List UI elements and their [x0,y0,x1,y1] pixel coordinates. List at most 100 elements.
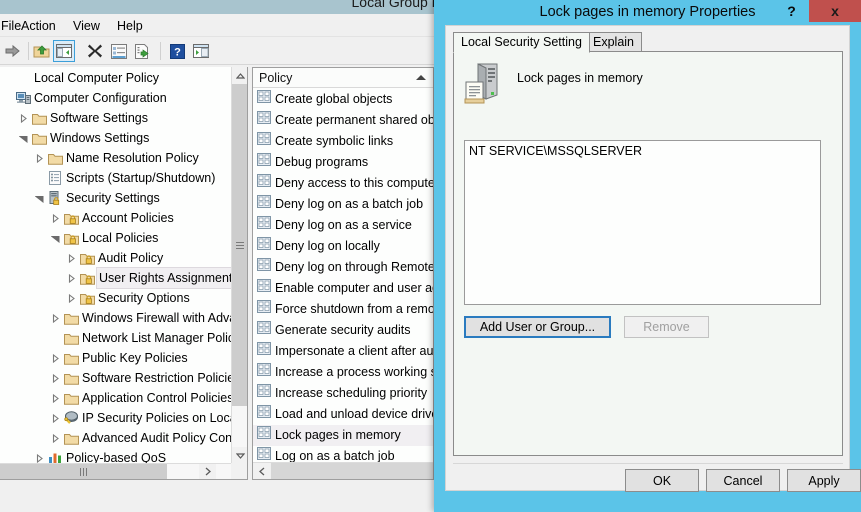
tree-item-local-computer-policy[interactable]: Local Computer Policy [0,67,232,87]
chevron-right-icon[interactable] [48,428,62,448]
tree-item-policy-based-qos[interactable]: Policy-based QoS [0,447,232,464]
policy-list-row[interactable]: Create global objects [253,89,433,110]
policy-list-row[interactable]: Increase scheduling priority [253,383,433,404]
policy-list-row[interactable]: Increase a process working set [253,362,433,383]
policy-list-row[interactable]: Impersonate a client after auth [253,341,433,362]
user-right-policy-icon [257,215,275,236]
tree-item-computer-configuration[interactable]: Computer Configuration [0,87,232,107]
chevron-down-icon[interactable] [48,228,62,248]
policy-list-row[interactable]: Deny log on as a batch job [253,194,433,215]
list-item[interactable]: NT SERVICE\MSSQLSERVER [469,144,816,158]
tree-item-ip-security-policies-on-local-c[interactable]: IP Security Policies on Local C [0,407,232,427]
help-blue-icon[interactable]: ? [166,40,188,62]
tree-item-local-policies[interactable]: Local Policies [0,227,232,247]
menu-view[interactable]: View [66,17,107,35]
tree-horizontal-scrollbar[interactable] [0,463,232,479]
delete-icon[interactable] [84,40,106,62]
tree-item-scripts-startup-shutdown[interactable]: Scripts (Startup/Shutdown) [0,167,232,187]
scroll-left-arrow-icon[interactable] [253,463,270,479]
chevron-right-icon[interactable] [64,288,78,308]
up-one-level-icon[interactable] [31,40,53,62]
policy-list-row[interactable]: Create permanent shared obje [253,110,433,131]
tree-item-software-settings[interactable]: Software Settings [0,107,232,127]
scroll-down-arrow-icon[interactable] [232,447,248,464]
tree-item-security-settings[interactable]: Security Settings [0,187,232,207]
dialog-tabstrip: Local Security Setting Explain [453,32,843,52]
policy-list-row[interactable]: Deny log on locally [253,236,433,257]
policy-list-row[interactable]: Deny log on as a service [253,215,433,236]
show-hide-console-tree-icon[interactable] [53,40,75,62]
policy-name: Force shutdown from a remot [275,302,433,316]
policy-list-row[interactable]: Lock pages in memory [253,425,433,446]
tree-item-user-rights-assignment[interactable]: User Rights Assignment [0,267,232,287]
tree-item-windows-firewall-with-advan[interactable]: Windows Firewall with Advan [0,307,232,327]
chevron-right-icon[interactable] [48,208,62,228]
policy-list-row[interactable]: Deny access to this computer [253,173,433,194]
tree-scroll-thumb[interactable] [232,84,248,406]
tree-item-public-key-policies[interactable]: Public Key Policies [0,347,232,367]
scroll-up-arrow-icon[interactable] [232,67,248,84]
list-hscroll-thumb[interactable] [271,463,434,479]
chevron-right-icon[interactable] [32,448,46,464]
policy-list-row[interactable]: Debug programs [253,152,433,173]
policy-list-row[interactable]: Force shutdown from a remot [253,299,433,320]
policy-list-row[interactable]: Load and unload device driver [253,404,433,425]
dialog-help-button[interactable]: ? [775,0,808,22]
chevron-right-icon[interactable] [48,408,62,428]
policy-list-row[interactable]: Deny log on through Remote [253,257,433,278]
tab-local-security-setting[interactable]: Local Security Setting [453,32,590,53]
tree-item-name-resolution-policy[interactable]: Name Resolution Policy [0,147,232,167]
policy-list-row[interactable]: Log on as a batch job [253,446,433,462]
server-policy-icon [464,62,504,109]
policy-list-row[interactable]: Enable computer and user acc [253,278,433,299]
tree-item-label: Application Control Policies [80,388,232,408]
user-right-policy-icon [257,236,275,257]
chevron-right-icon[interactable] [64,248,78,268]
folder-icon [62,368,80,388]
dialog-titlebar[interactable]: Lock pages in memory Properties ? x [434,0,861,25]
chevron-right-icon[interactable] [64,268,78,288]
extended-view-icon[interactable] [190,40,212,62]
menu-help[interactable]: Help [110,17,150,35]
tab-explain[interactable]: Explain [585,32,642,52]
dialog-footer-divider [453,463,843,464]
chevron-right-icon[interactable] [32,148,46,168]
ok-button[interactable]: OK [625,469,699,492]
tree-item-application-control-policies[interactable]: Application Control Policies [0,387,232,407]
policy-column-header[interactable]: Policy [253,68,433,88]
tree-vertical-scrollbar[interactable] [231,67,247,464]
policy-list-row[interactable]: Create symbolic links [253,131,433,152]
properties-icon[interactable] [108,40,130,62]
chevron-right-icon[interactable] [48,348,62,368]
tree-item-account-policies[interactable]: Account Policies [0,207,232,227]
chevron-right-icon[interactable] [48,388,62,408]
scroll-grip-icon [236,242,244,249]
ip-security-icon [62,408,80,428]
tree-item-network-list-manager-policie[interactable]: Network List Manager Policie [0,327,232,347]
chevron-down-icon[interactable] [16,128,30,148]
policy-name: Deny access to this computer [275,176,433,190]
scroll-right-arrow-icon[interactable] [199,464,216,479]
tree-hscroll-thumb[interactable] [0,464,167,479]
apply-button[interactable]: Apply [787,469,861,492]
export-list-icon[interactable] [132,40,154,62]
forward-arrow-icon[interactable] [2,40,24,62]
chevron-right-icon[interactable] [16,108,30,128]
tree-item-software-restriction-policies[interactable]: Software Restriction Policies [0,367,232,387]
list-horizontal-scrollbar[interactable] [253,462,434,479]
console-tree[interactable]: Local Computer PolicyComputer Configurat… [0,67,232,464]
policy-list[interactable]: Create global objectsCreate permanent sh… [253,89,433,462]
policy-list-row[interactable]: Generate security audits [253,320,433,341]
dialog-close-button[interactable]: x [809,0,861,22]
cancel-button[interactable]: Cancel [706,469,780,492]
tree-item-advanced-audit-policy-confi[interactable]: Advanced Audit Policy Confi [0,427,232,447]
tree-item-windows-settings[interactable]: Windows Settings [0,127,232,147]
add-user-or-group-button[interactable]: Add User or Group... [464,316,611,338]
chevron-right-icon[interactable] [48,368,62,388]
chevron-down-icon[interactable] [32,188,46,208]
menu-action[interactable]: Action [14,17,63,35]
tree-item-audit-policy[interactable]: Audit Policy [0,247,232,267]
assigned-accounts-listbox[interactable]: NT SERVICE\MSSQLSERVER [464,140,821,305]
chevron-right-icon[interactable] [48,308,62,328]
tree-item-security-options[interactable]: Security Options [0,287,232,307]
